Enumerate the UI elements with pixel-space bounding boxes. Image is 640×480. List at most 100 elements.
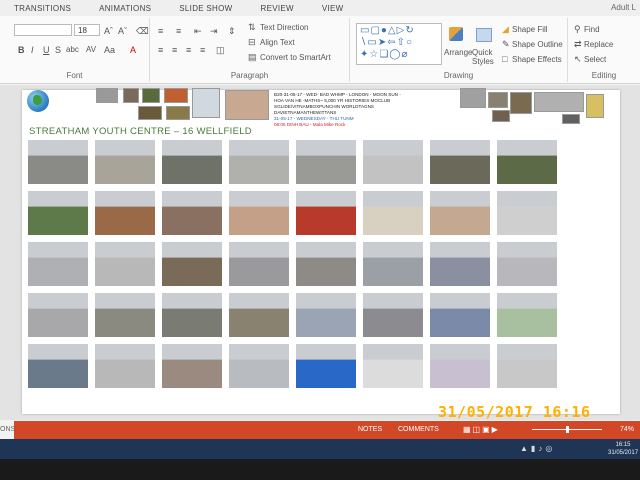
- text-direction-icon[interactable]: ⇅: [248, 22, 256, 32]
- change-case-icon[interactable]: Aa: [104, 45, 115, 55]
- decrease-indent-icon[interactable]: ⇤: [194, 26, 202, 36]
- text-direction-button[interactable]: Text Direction: [260, 23, 308, 32]
- photo-thumbnail[interactable]: [363, 293, 423, 337]
- justify-icon[interactable]: ≡: [200, 45, 205, 55]
- shape-fill-icon[interactable]: ◢: [502, 24, 509, 34]
- photo-thumbnail[interactable]: [363, 191, 423, 235]
- photo-thumbnail[interactable]: [363, 344, 423, 388]
- photo-thumbnail[interactable]: [95, 242, 155, 286]
- photo-thumbnail[interactable]: [430, 344, 490, 388]
- shadow-icon[interactable]: S: [55, 45, 61, 55]
- photo-thumbnail[interactable]: [229, 242, 289, 286]
- photo-thumbnail[interactable]: [296, 140, 356, 184]
- photo-thumbnail[interactable]: [430, 191, 490, 235]
- photo-thumbnail[interactable]: [162, 344, 222, 388]
- photo-thumbnail[interactable]: [28, 293, 88, 337]
- photo-thumbnail[interactable]: [430, 242, 490, 286]
- photo-thumbnail[interactable]: [430, 293, 490, 337]
- photo-thumbnail[interactable]: [296, 293, 356, 337]
- tab-review[interactable]: REVIEW: [247, 4, 308, 13]
- bold-icon[interactable]: B: [18, 45, 25, 55]
- photo-thumbnail[interactable]: [229, 191, 289, 235]
- photo-thumbnail[interactable]: [229, 140, 289, 184]
- tab-view[interactable]: VIEW: [308, 4, 358, 13]
- photo-thumbnail[interactable]: [28, 140, 88, 184]
- slide-title[interactable]: STREATHAM YOUTH CENTRE – 16 WELLFIELD: [29, 126, 252, 137]
- bullets-icon[interactable]: ≡: [158, 26, 163, 36]
- shape-effects-button[interactable]: Shape Effects: [512, 55, 562, 64]
- photo-thumbnail[interactable]: [162, 242, 222, 286]
- align-right-icon[interactable]: ≡: [186, 45, 191, 55]
- replace-icon[interactable]: ⇄: [574, 39, 582, 49]
- slide-canvas[interactable]: B20-31-05-17 - WED- BAD WHMP - LONDON - …: [22, 88, 620, 414]
- photo-thumbnail[interactable]: [296, 242, 356, 286]
- select-icon[interactable]: ↖: [574, 54, 582, 64]
- photo-thumbnail[interactable]: [229, 293, 289, 337]
- zoom-level[interactable]: 74%: [620, 426, 634, 433]
- clear-format-icon[interactable]: ⌫: [136, 26, 149, 36]
- char-spacing-icon[interactable]: AV: [86, 45, 96, 55]
- font-family-box[interactable]: [14, 24, 72, 36]
- tab-animations[interactable]: ANIMATIONS: [85, 4, 165, 13]
- underline-icon[interactable]: U: [43, 45, 50, 55]
- shrink-font-icon[interactable]: Aˇ: [118, 26, 127, 36]
- system-tray-icons[interactable]: ▲▮♪◎: [520, 444, 555, 453]
- photo-thumbnail[interactable]: [162, 293, 222, 337]
- line-spacing-icon[interactable]: ⇕: [228, 26, 236, 36]
- photo-thumbnail[interactable]: [296, 191, 356, 235]
- find-button[interactable]: Find: [584, 25, 600, 34]
- shapes-gallery[interactable]: ▭▢●△▷↻ ∖▭➤⇦⇧○ ✦☆❏◯⌀: [356, 23, 442, 65]
- italic-icon[interactable]: I: [31, 45, 34, 55]
- convert-smartart-button[interactable]: Convert to SmartArt: [260, 53, 331, 62]
- photo-thumbnail[interactable]: [497, 293, 557, 337]
- numbering-icon[interactable]: ≡: [176, 26, 181, 36]
- notes-button[interactable]: NOTES: [358, 426, 382, 433]
- arrange-icon[interactable]: [449, 27, 463, 41]
- photo-thumbnail[interactable]: [28, 191, 88, 235]
- increase-indent-icon[interactable]: ⇥: [210, 26, 218, 36]
- taskbar-clock[interactable]: 16:15 31/05/2017: [608, 441, 638, 457]
- font-size-box[interactable]: 18: [74, 24, 100, 36]
- photo-thumbnail[interactable]: [95, 344, 155, 388]
- grow-font-icon[interactable]: Aˆ: [104, 26, 113, 36]
- photo-thumbnail[interactable]: [95, 191, 155, 235]
- font-color-icon[interactable]: A: [130, 45, 136, 55]
- align-center-icon[interactable]: ≡: [172, 45, 177, 55]
- shape-outline-button[interactable]: Shape Outline: [512, 40, 563, 49]
- user-name[interactable]: Adult L: [611, 3, 636, 12]
- photo-thumbnail[interactable]: [162, 140, 222, 184]
- shape-outline-icon[interactable]: ✎: [502, 39, 510, 49]
- photo-thumbnail[interactable]: [95, 293, 155, 337]
- columns-icon[interactable]: ◫: [216, 45, 225, 55]
- photo-thumbnail[interactable]: [497, 344, 557, 388]
- photo-thumbnail[interactable]: [95, 140, 155, 184]
- photo-thumbnail[interactable]: [497, 242, 557, 286]
- photo-thumbnail[interactable]: [28, 344, 88, 388]
- quick-styles-icon[interactable]: [476, 28, 492, 42]
- arrange-button[interactable]: Arrange: [444, 48, 472, 57]
- view-buttons-icon[interactable]: ▦◫▣▶: [463, 425, 500, 434]
- shape-fill-button[interactable]: Shape Fill: [512, 25, 548, 34]
- quick-styles-button[interactable]: Quick Styles: [472, 48, 500, 66]
- tab-slide-show[interactable]: SLIDE SHOW: [165, 4, 246, 13]
- photo-thumbnail[interactable]: [363, 140, 423, 184]
- photo-thumbnail[interactable]: [363, 242, 423, 286]
- photo-thumbnail[interactable]: [497, 191, 557, 235]
- tab-transitions[interactable]: TRANSITIONS: [0, 4, 85, 13]
- zoom-slider-thumb[interactable]: [566, 426, 569, 433]
- photo-thumbnail[interactable]: [162, 191, 222, 235]
- select-button[interactable]: Select: [584, 55, 606, 64]
- smartart-icon[interactable]: ▤: [248, 52, 257, 62]
- align-left-icon[interactable]: ≡: [158, 45, 163, 55]
- strikethrough-icon[interactable]: abc: [66, 45, 79, 55]
- photo-thumbnail[interactable]: [296, 344, 356, 388]
- comments-button[interactable]: COMMENTS: [398, 426, 439, 433]
- photo-thumbnail[interactable]: [28, 242, 88, 286]
- photo-thumbnail[interactable]: [497, 140, 557, 184]
- photo-thumbnail[interactable]: [430, 140, 490, 184]
- align-text-button[interactable]: Align Text: [260, 38, 295, 47]
- photo-thumbnail[interactable]: [229, 344, 289, 388]
- replace-button[interactable]: Replace: [584, 40, 613, 49]
- align-text-icon[interactable]: ⊟: [248, 37, 256, 47]
- find-icon[interactable]: ⚲: [574, 24, 581, 34]
